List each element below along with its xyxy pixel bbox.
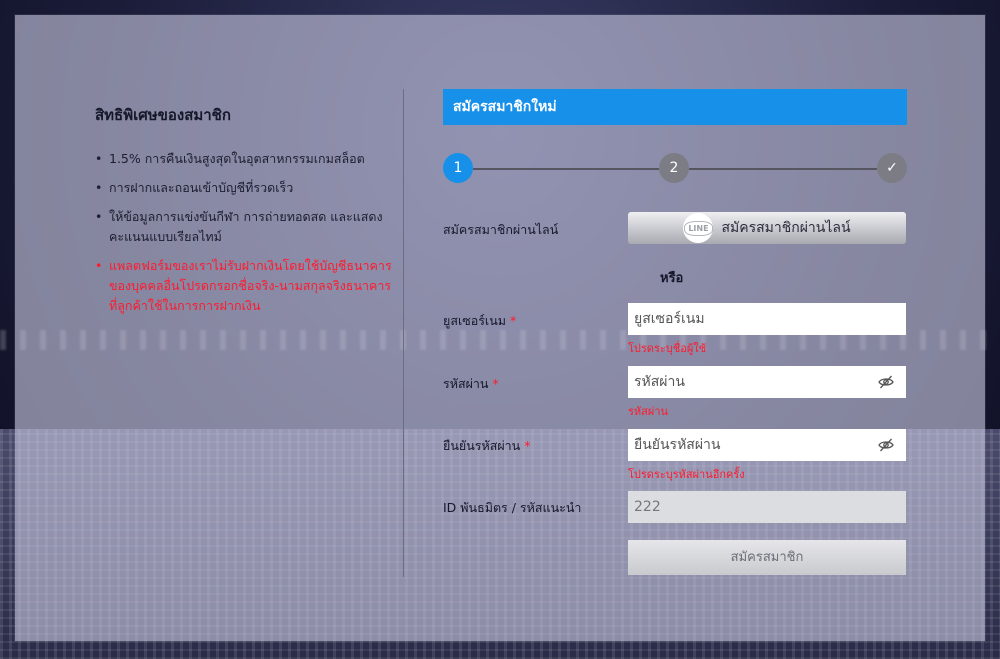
step-connector: [689, 168, 877, 170]
confirm-password-field: [628, 429, 906, 461]
step-2: 2: [659, 153, 689, 183]
submit-register-button[interactable]: สมัครสมาชิก: [628, 540, 906, 575]
line-register-label: สมัครสมาชิกผ่านไลน์: [443, 222, 559, 237]
password-label: รหัสผ่าน *: [443, 376, 499, 391]
column-divider: [403, 89, 404, 577]
benefit-item: การฝากและถอนเข้าบัญชีที่รวดเร็ว: [95, 178, 395, 198]
step-1: 1: [443, 153, 473, 183]
step-progress: 1 2 ✓: [443, 153, 907, 185]
password-error: รหัสผ่าน: [628, 405, 669, 418]
eye-slash-icon[interactable]: [878, 374, 894, 390]
referral-input[interactable]: [632, 492, 876, 522]
or-separator: หรือ: [660, 271, 684, 286]
line-register-button[interactable]: LINE สมัครสมาชิกผ่านไลน์: [628, 212, 906, 244]
deposit-warning: แพลตฟอร์มของเราไม่รับฝากเงินโดยใช้บัญชีธ…: [95, 256, 395, 316]
register-header: สมัครสมาชิกใหม่: [443, 89, 907, 125]
step-complete-check-icon: ✓: [877, 153, 907, 183]
benefits-list: 1.5% การคืนเงินสูงสุดในอุตสาหกรรมเกมสล็อ…: [95, 149, 395, 316]
password-field: [628, 366, 906, 398]
confirm-password-input[interactable]: [632, 430, 876, 460]
username-label: ยูสเซอร์เนม *: [443, 313, 517, 328]
username-input[interactable]: [632, 304, 876, 334]
benefits-title: สิทธิพิเศษของสมาชิก: [95, 106, 231, 124]
benefit-item: 1.5% การคืนเงินสูงสุดในอุตสาหกรรมเกมสล็อ…: [95, 149, 395, 169]
line-logo-icon: LINE: [683, 213, 714, 243]
password-input[interactable]: [632, 367, 876, 397]
line-register-button-label: สมัครสมาชิกผ่านไลน์: [721, 220, 851, 236]
confirm-password-label: ยืนยันรหัสผ่าน *: [443, 438, 531, 453]
referral-field: [628, 491, 906, 523]
username-field: [628, 303, 906, 335]
step-connector: [473, 168, 659, 170]
confirm-password-error: โปรดระบุรหัสผ่านอีกครั้ง: [628, 468, 745, 481]
member-benefits: สิทธิพิเศษของสมาชิก 1.5% การคืนเงินสูงสุ…: [95, 103, 395, 325]
username-error: โปรดระบุชื่อผู้ใช้: [628, 342, 707, 355]
referral-label: ID พันธมิตร / รหัสแนะนำ: [443, 500, 582, 515]
eye-slash-icon[interactable]: [878, 437, 894, 453]
benefit-item: ให้ข้อมูลการแข่งขันกีฬา การถ่ายทอดสด และ…: [95, 207, 395, 247]
